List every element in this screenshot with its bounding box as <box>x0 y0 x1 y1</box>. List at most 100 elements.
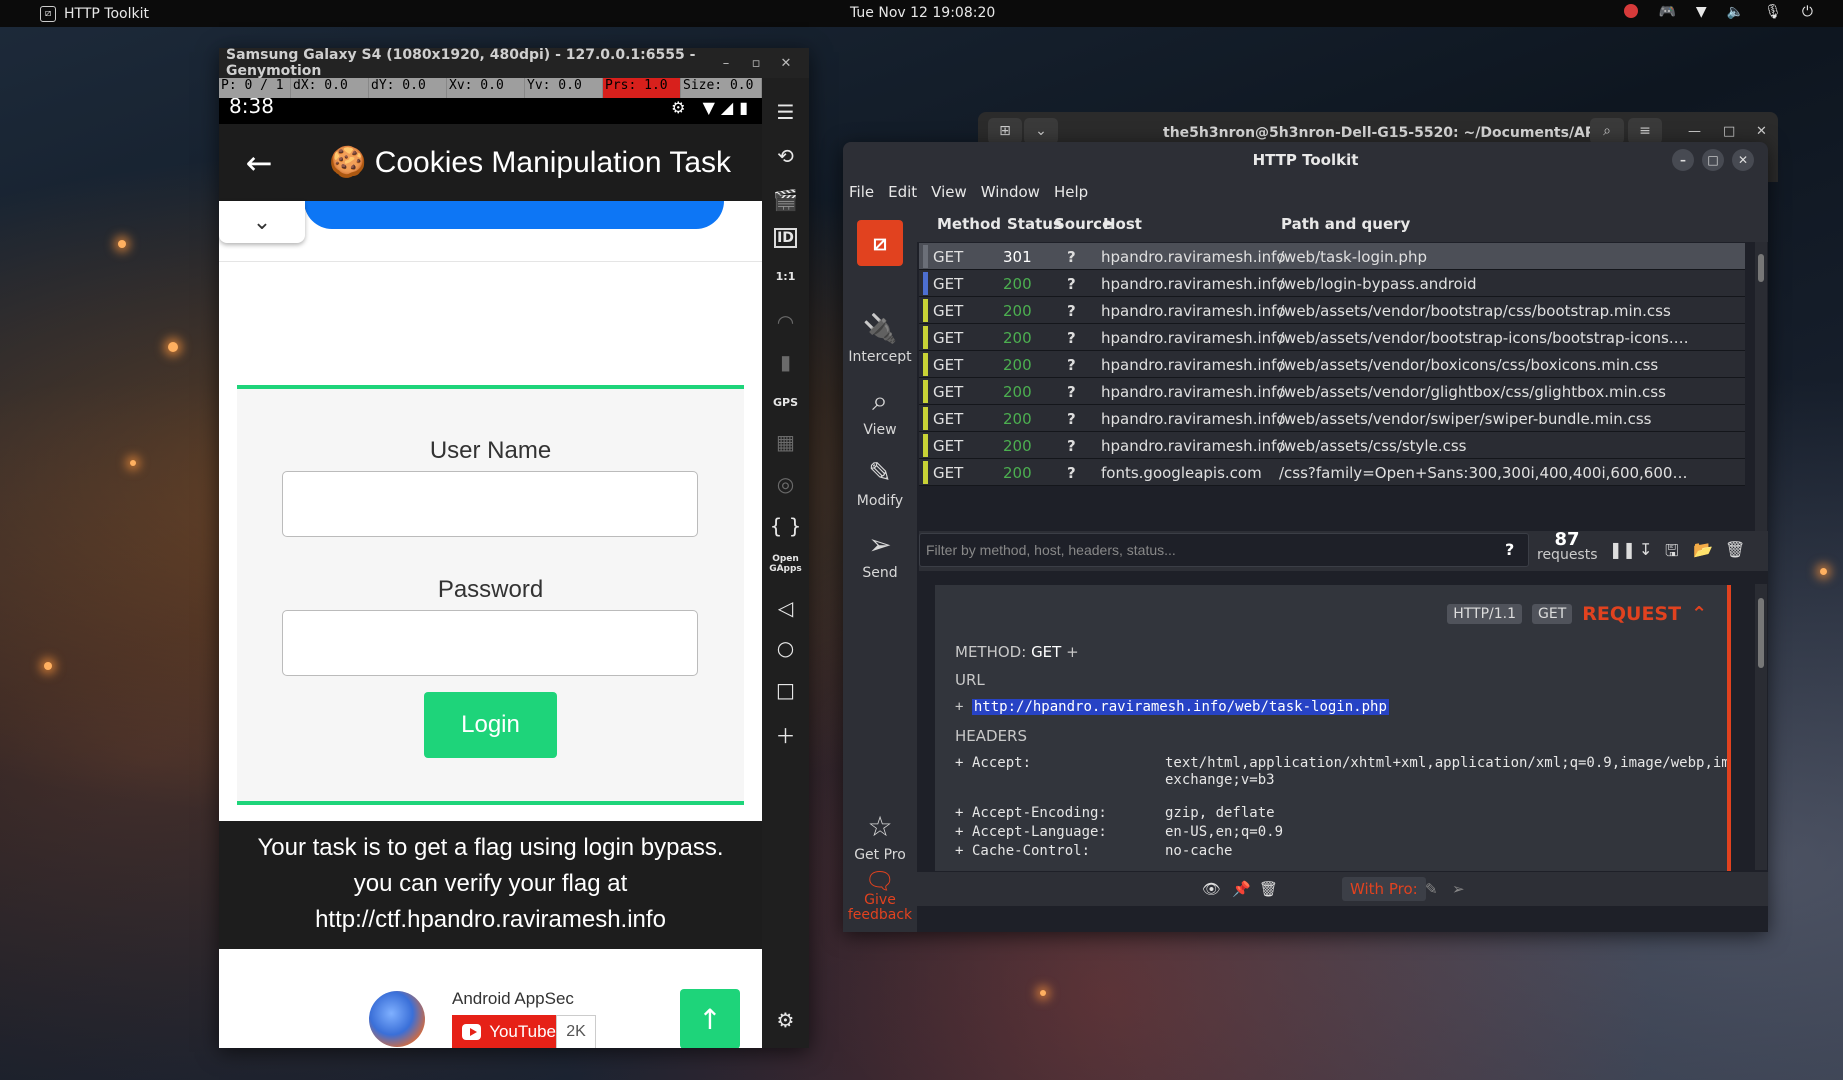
minimize-button[interactable]: – <box>1672 149 1694 171</box>
edit-icon[interactable]: ✎ <box>1425 880 1438 898</box>
volume-icon[interactable]: 🔈 <box>1727 4 1744 20</box>
pause-icon[interactable]: ❚❚ <box>1609 540 1636 559</box>
password-input[interactable] <box>282 610 698 676</box>
col-path[interactable]: Path and query <box>1281 215 1410 233</box>
table-row[interactable]: GET 200? hpandro.raviramesh.info/web/asset… <box>919 405 1745 432</box>
close-button[interactable]: ✕ <box>1732 149 1754 171</box>
with-pro-label[interactable]: With Pro: <box>1342 877 1426 901</box>
table-row[interactable]: GET 200? hpandro.raviramesh.info/web/asset… <box>919 378 1745 405</box>
fingerprint-icon[interactable]: ◎ <box>762 472 809 496</box>
blue-header-button[interactable] <box>304 201 724 229</box>
maximize-button[interactable]: □ <box>1723 124 1735 139</box>
table-row[interactable]: GET 200? hpandro.raviramesh.info/web/asset… <box>919 351 1745 378</box>
filter-input[interactable] <box>919 533 1529 567</box>
maximize-button[interactable]: □ <box>1702 149 1724 171</box>
open-folder-icon[interactable]: 📂 <box>1693 540 1713 559</box>
delete-icon[interactable]: 🗑 <box>1259 880 1278 898</box>
active-app-indicator[interactable]: ⧄ HTTP Toolkit <box>40 5 149 22</box>
menu-file[interactable]: File <box>849 183 874 201</box>
scroll-to-top-button[interactable]: ↑ <box>680 989 740 1048</box>
menu-help[interactable]: Help <box>1054 183 1088 201</box>
rotate-icon[interactable]: ⟲ <box>762 144 809 168</box>
eye-icon[interactable]: 👁 <box>1202 880 1221 898</box>
menu-view[interactable]: View <box>931 183 967 201</box>
http-toolkit-titlebar[interactable]: HTTP Toolkit – □ ✕ <box>843 142 1768 178</box>
nav-give-feedback[interactable]: 🗨 Give feedback <box>843 869 917 923</box>
settings-gear-icon[interactable]: ⚙ <box>762 1008 809 1032</box>
table-row[interactable]: GET 200? hpandro.raviramesh.info/web/asset… <box>919 324 1745 351</box>
save-icon[interactable]: 🖫 <box>1665 540 1679 567</box>
search-icon[interactable]: ⌕ <box>1590 118 1624 144</box>
username-input[interactable] <box>282 471 698 537</box>
table-row[interactable]: GET 301? hpandro.raviramesh.info/web/task-… <box>919 243 1745 270</box>
microphone-icon[interactable]: 🎙 <box>1764 4 1782 20</box>
android-screen[interactable]: 8:38 ⚙ ▼◢▮ P: 0 / 1 dX: 0.0 dY: 0.0 Xv: … <box>219 78 762 1048</box>
scroll-to-bottom-icon[interactable]: ↧ <box>1639 540 1652 559</box>
login-button[interactable]: Login <box>424 692 557 758</box>
nav-get-pro[interactable]: ☆ Get Pro <box>843 810 917 863</box>
pixel-perfect-icon[interactable]: 1:1 <box>762 270 809 283</box>
hamburger-menu-icon[interactable]: ☰ <box>762 100 809 124</box>
sd-card-icon[interactable]: ▮ <box>762 350 809 374</box>
nav-modify[interactable]: ✎ Modify <box>843 456 917 509</box>
request-list-scrollbar[interactable] <box>1755 242 1767 531</box>
network-icon[interactable]: ◠ <box>762 310 809 334</box>
webview-content[interactable]: ⌄ User Name Password Login Your task is … <box>219 201 762 1048</box>
new-tab-button[interactable]: ⊞ <box>988 118 1022 144</box>
url-expand-icon[interactable]: + <box>955 699 963 715</box>
recents-square-icon[interactable]: □ <box>762 678 809 702</box>
discord-icon[interactable]: 🎮 <box>1658 4 1675 20</box>
system-clock[interactable]: Tue Nov 12 19:08:20 <box>850 5 995 21</box>
minimize-button[interactable]: — <box>1688 124 1701 139</box>
request-card-header[interactable]: HTTP/1.1 GET REQUEST ⌃ <box>1447 603 1707 625</box>
open-gapps-icon[interactable]: Open GApps <box>762 554 809 574</box>
url-value[interactable]: http://hpandro.raviramesh.info/web/task-… <box>971 699 1389 715</box>
gps-icon[interactable]: GPS <box>762 396 809 409</box>
youtube-subscribe-button[interactable]: YouTube <box>452 1015 556 1048</box>
maximize-button[interactable]: ▫ <box>741 56 771 71</box>
http-toolkit-logo-icon[interactable]: ⧄ <box>857 220 903 266</box>
header-expand-icon[interactable]: + <box>955 824 963 840</box>
pin-icon[interactable]: 📌 <box>1232 880 1251 898</box>
http-toolkit-window[interactable]: HTTP Toolkit – □ ✕ File Edit View Window… <box>843 142 1768 932</box>
header-expand-icon[interactable]: + <box>955 805 963 821</box>
id-icon[interactable]: ID <box>774 228 797 248</box>
table-row[interactable]: GET 200? hpandro.raviramesh.info/web/asset… <box>919 432 1745 459</box>
header-expand-icon[interactable]: + <box>955 843 963 859</box>
channel-avatar[interactable] <box>369 991 425 1047</box>
code-braces-icon[interactable]: { } <box>762 514 809 538</box>
minimize-button[interactable]: – <box>711 56 741 71</box>
chevron-up-icon[interactable]: ⌃ <box>1691 603 1707 625</box>
close-button[interactable]: ✕ <box>1756 124 1767 139</box>
genymotion-titlebar[interactable]: Samsung Galaxy S4 (1080x1920, 480dpi) - … <box>219 47 809 79</box>
header-expand-icon[interactable]: + <box>955 755 963 771</box>
nav-send[interactable]: ➢ Send <box>843 528 917 581</box>
media-icon[interactable]: ▦ <box>762 430 809 454</box>
back-triangle-icon[interactable]: ◁ <box>762 596 809 620</box>
detail-scrollbar[interactable] <box>1755 584 1767 870</box>
resend-icon[interactable]: ➢ <box>1452 880 1465 898</box>
close-button[interactable]: ✕ <box>771 56 801 71</box>
tab-menu-button[interactable]: ⌄ <box>1024 118 1058 144</box>
expand-plus-icon[interactable]: + <box>1066 643 1079 661</box>
back-arrow-icon[interactable]: ← <box>219 144 299 182</box>
col-host[interactable]: Host <box>1103 215 1142 233</box>
add-icon[interactable]: ＋ <box>762 720 809 749</box>
nav-view[interactable]: ⌕ View <box>843 384 917 438</box>
col-method[interactable]: Method <box>937 215 1001 233</box>
nav-intercept[interactable]: 🔌 Intercept <box>843 312 917 365</box>
genymotion-window[interactable]: Samsung Galaxy S4 (1080x1920, 480dpi) - … <box>219 47 809 1048</box>
power-icon[interactable]: ⏻ <box>1802 4 1813 20</box>
filter-help-icon[interactable]: ? <box>1505 540 1514 559</box>
menu-edit[interactable]: Edit <box>888 183 917 201</box>
home-circle-icon[interactable]: ○ <box>762 636 809 660</box>
system-tray[interactable]: 🎮 ▼ 🔈 🎙 ⏻ <box>1624 4 1813 20</box>
trash-icon[interactable]: 🗑 <box>1725 540 1745 559</box>
recording-indicator-icon[interactable] <box>1624 4 1639 18</box>
table-row[interactable]: GET 200? hpandro.raviramesh.info/web/login… <box>919 270 1745 297</box>
capture-icon[interactable]: 🎬 <box>762 188 809 212</box>
table-row[interactable]: GET 200? fonts.googleapis.com/css?family=O… <box>919 459 1745 486</box>
hamburger-menu-icon[interactable]: ≡ <box>1628 118 1662 144</box>
menu-window[interactable]: Window <box>981 183 1040 201</box>
chevron-down-icon[interactable]: ⌄ <box>219 201 305 243</box>
